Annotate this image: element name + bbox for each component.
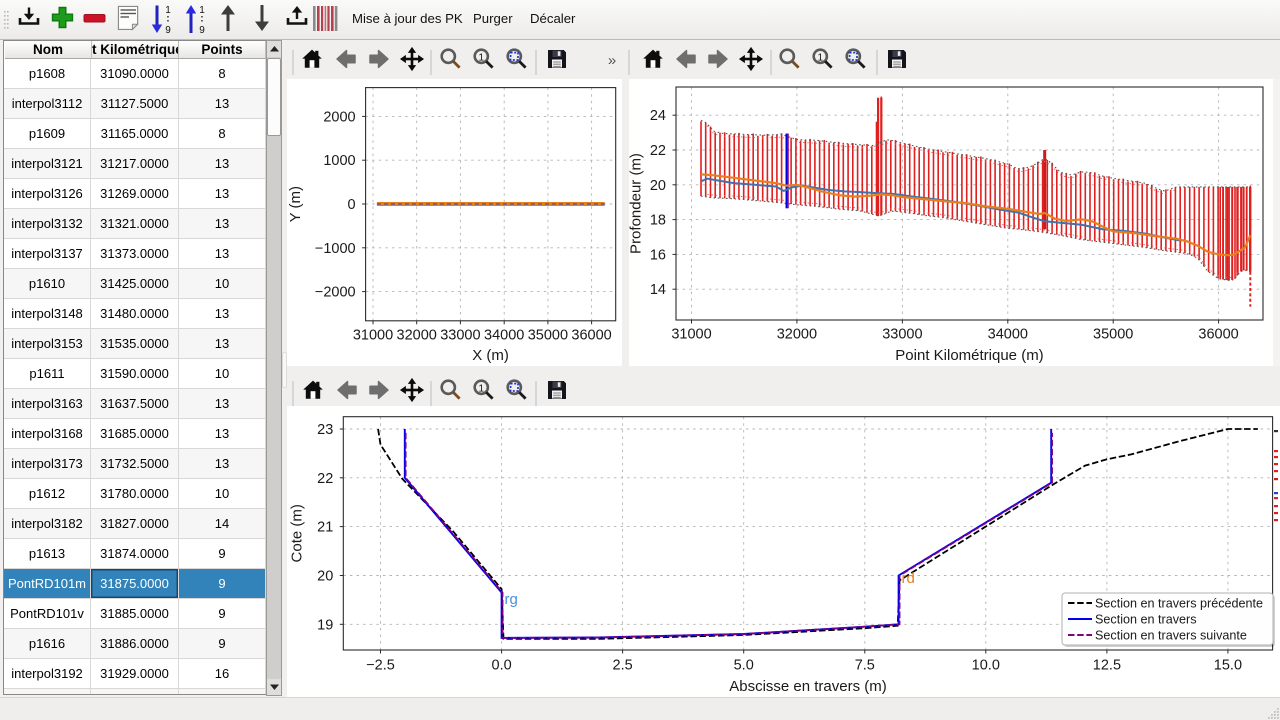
svg-text:5.0: 5.0 bbox=[734, 658, 754, 674]
svg-text:1000: 1000 bbox=[323, 153, 355, 169]
svg-text:1: 1 bbox=[818, 52, 824, 63]
svg-text:34000: 34000 bbox=[988, 327, 1028, 343]
svg-text:7.5: 7.5 bbox=[855, 658, 875, 674]
svg-text:1: 1 bbox=[479, 52, 485, 63]
svg-text:12.5: 12.5 bbox=[1093, 658, 1121, 674]
svg-text:20: 20 bbox=[650, 178, 666, 194]
svg-text:X (m): X (m) bbox=[472, 347, 509, 364]
svg-text:2000: 2000 bbox=[323, 109, 355, 125]
svg-text:Section en travers suivante: Section en travers suivante bbox=[1095, 629, 1247, 643]
svg-text:32000: 32000 bbox=[397, 327, 437, 343]
svg-text:36000: 36000 bbox=[571, 327, 611, 343]
svg-text:Point Kilométrique (m): Point Kilométrique (m) bbox=[895, 347, 1043, 364]
svg-text:15.0: 15.0 bbox=[1214, 658, 1242, 674]
svg-text:0.0: 0.0 bbox=[492, 658, 512, 674]
svg-text:18: 18 bbox=[650, 213, 666, 229]
svg-text:Cote (m): Cote (m) bbox=[289, 504, 306, 562]
svg-text:2.5: 2.5 bbox=[613, 658, 633, 674]
svg-text:−2000: −2000 bbox=[315, 285, 356, 301]
svg-text:16: 16 bbox=[650, 247, 666, 263]
svg-text:31000: 31000 bbox=[671, 327, 711, 343]
svg-text:−1000: −1000 bbox=[315, 241, 356, 257]
svg-text:Section en travers: Section en travers bbox=[1095, 613, 1197, 627]
svg-text:Section en travers précédente: Section en travers précédente bbox=[1095, 597, 1263, 611]
svg-text:19: 19 bbox=[317, 617, 333, 633]
svg-text:10.0: 10.0 bbox=[972, 658, 1000, 674]
svg-text:22: 22 bbox=[650, 143, 666, 159]
svg-text:20: 20 bbox=[317, 569, 333, 585]
svg-text:0: 0 bbox=[348, 197, 356, 213]
svg-text:35000: 35000 bbox=[528, 327, 568, 343]
svg-text:36000: 36000 bbox=[1198, 327, 1238, 343]
svg-text:32000: 32000 bbox=[777, 327, 817, 343]
svg-text:23: 23 bbox=[317, 422, 333, 438]
svg-text:24: 24 bbox=[650, 108, 666, 124]
svg-text:»: » bbox=[608, 52, 616, 69]
svg-text:−2.5: −2.5 bbox=[366, 658, 395, 674]
svg-text:rg: rg bbox=[505, 591, 518, 608]
svg-text:34000: 34000 bbox=[484, 327, 524, 343]
svg-text:rd: rd bbox=[902, 570, 915, 587]
svg-text:21: 21 bbox=[317, 520, 333, 536]
svg-text:33000: 33000 bbox=[882, 327, 922, 343]
svg-text:35000: 35000 bbox=[1093, 327, 1133, 343]
svg-text:Profondeur (m): Profondeur (m) bbox=[629, 153, 645, 254]
svg-text:14: 14 bbox=[650, 282, 666, 298]
svg-text:33000: 33000 bbox=[440, 327, 480, 343]
svg-text:31000: 31000 bbox=[353, 327, 393, 343]
svg-text:Y (m): Y (m) bbox=[287, 186, 304, 222]
svg-text:Abscisse en travers (m): Abscisse en travers (m) bbox=[729, 678, 887, 695]
svg-text:1: 1 bbox=[479, 383, 485, 394]
svg-text:22: 22 bbox=[317, 471, 333, 487]
